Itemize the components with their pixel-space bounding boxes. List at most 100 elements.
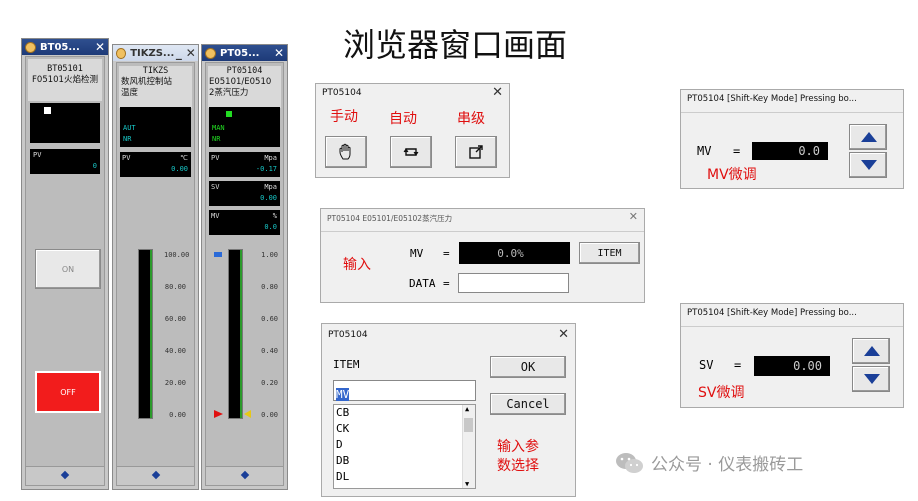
sv-value: 0.00 xyxy=(260,194,277,202)
sv-pointer-icon[interactable] xyxy=(214,252,222,257)
auto-label: 自动 xyxy=(389,111,417,127)
ok-button[interactable]: OK xyxy=(490,356,566,378)
diamond-icon[interactable] xyxy=(240,470,249,480)
pv-display[interactable]: PV ℃ 0.00 xyxy=(120,152,191,177)
list-item[interactable]: CB xyxy=(334,405,475,421)
scale-label: 80.00 xyxy=(164,283,186,291)
mv-value-display: 0.0% xyxy=(459,242,570,264)
faceplate-titlebar[interactable]: TIKZS... _ ✕ xyxy=(113,45,198,61)
faceplate-header: TIKZS 数风机控制站 温度 xyxy=(119,66,192,108)
faceplate-bottom-bar xyxy=(206,466,283,485)
item-button[interactable]: ITEM xyxy=(579,242,640,264)
item-select-dialog[interactable]: PT05104 ✕ ITEM MV CB CK D DB DL ▲ ▼ OK C… xyxy=(321,323,576,497)
cascade-icon xyxy=(469,145,483,159)
data-label: DATA xyxy=(409,277,436,290)
item-input[interactable]: MV xyxy=(333,380,476,401)
scroll-thumb[interactable] xyxy=(464,418,473,432)
faceplate-titlebar[interactable]: BT05... ✕ xyxy=(22,39,108,55)
pv-value: 0.00 xyxy=(171,165,188,173)
data-input[interactable] xyxy=(458,273,569,293)
list-item[interactable]: DL xyxy=(334,469,475,485)
scale-label: 60.00 xyxy=(164,315,186,323)
watermark: 公众号 · 仪表搬砖工 xyxy=(615,450,803,475)
faceplate-header: PT05104 E05101/E0510 2蒸汽压力 xyxy=(208,66,281,108)
increase-button[interactable] xyxy=(849,124,887,150)
cascade-mode-button[interactable] xyxy=(455,136,497,168)
minimize-icon[interactable]: _ xyxy=(174,46,183,60)
pv-unit: Mpa xyxy=(264,154,277,162)
sv-adjust-dialog[interactable]: PT05104 [Shift-Key Mode] Pressing bo... … xyxy=(680,303,904,408)
close-icon[interactable]: ✕ xyxy=(558,327,569,342)
dialog-title: PT05104 [Shift-Key Mode] Pressing bo... xyxy=(687,308,857,318)
list-scrollbar[interactable]: ▲ ▼ xyxy=(462,405,475,488)
pv-display[interactable]: PV 0 xyxy=(30,149,100,174)
triangle-up-icon xyxy=(864,346,880,356)
close-icon[interactable]: ✕ xyxy=(271,46,287,60)
status-indicator xyxy=(226,111,232,117)
bar-marker xyxy=(150,250,152,418)
diamond-icon[interactable] xyxy=(60,470,70,480)
mode-dialog[interactable]: PT05104 ✕ 手动 自动 串级 xyxy=(315,83,510,178)
pv-value: 0 xyxy=(92,162,97,170)
list-item[interactable]: CK xyxy=(334,421,475,437)
dialog-title: PT05104 E05101/E05102蒸汽压力 xyxy=(327,214,453,223)
sv-display[interactable]: SV Mpa 0.00 xyxy=(209,181,280,206)
mv-adjust-dialog[interactable]: PT05104 [Shift-Key Mode] Pressing bo... … xyxy=(680,89,904,189)
hand-icon xyxy=(339,143,351,160)
sv-label: SV xyxy=(699,358,714,372)
mode-label: MAN xyxy=(212,124,225,132)
equals-sign: = xyxy=(734,358,742,372)
off-button[interactable]: OFF xyxy=(35,371,101,413)
mv-value: 0.0 xyxy=(264,223,277,231)
equals-sign: = xyxy=(443,247,450,260)
faceplate-tikzs[interactable]: TIKZS... _ ✕ TIKZS 数风机控制站 温度 AUT NR PV ℃… xyxy=(112,44,199,490)
scale-label: 20.00 xyxy=(164,379,186,387)
mv-value: 0.0 xyxy=(798,144,820,158)
pv-value: -0.17 xyxy=(255,165,277,173)
cancel-label: Cancel xyxy=(506,397,550,411)
faceplate-bt05101[interactable]: BT05... ✕ BT05101 F05101火焰检测 PV 0 ON OFF xyxy=(21,38,109,490)
mv-pointer-icon[interactable] xyxy=(244,410,251,418)
close-icon[interactable]: ✕ xyxy=(629,210,638,223)
diamond-icon[interactable] xyxy=(151,470,160,480)
bar-graph xyxy=(138,249,153,419)
alarm-label: NR xyxy=(212,135,221,143)
decrease-button[interactable] xyxy=(852,366,890,392)
auto-mode-button[interactable] xyxy=(390,136,432,168)
input-label: 输入 xyxy=(343,257,371,273)
input-dialog[interactable]: PT05104 E05101/E05102蒸汽压力 ✕ 输入 MV = 0.0%… xyxy=(320,208,645,303)
faceplate-title: BT05... xyxy=(40,41,80,53)
tag-description: E05101/E0510 xyxy=(209,77,272,87)
mv-unit: % xyxy=(272,212,277,220)
item-list[interactable]: CB CK D DB DL ▲ ▼ xyxy=(333,404,476,489)
mv-value-display: 0.0 xyxy=(752,142,828,160)
sv-value-display: 0.00 xyxy=(754,356,830,376)
scroll-down-icon[interactable]: ▼ xyxy=(465,480,469,488)
dialog-title: PT05104 xyxy=(322,88,362,98)
close-icon[interactable]: ✕ xyxy=(492,85,503,100)
list-item[interactable]: D xyxy=(334,437,475,453)
window-icon xyxy=(116,47,127,59)
pv-label: PV xyxy=(122,154,131,162)
scale-label: 0.80 xyxy=(261,283,278,291)
sv-value: 0.00 xyxy=(793,359,822,373)
increase-button[interactable] xyxy=(852,338,890,364)
faceplate-pt05104[interactable]: PT05... ✕ PT05104 E05101/E0510 2蒸汽压力 MAN… xyxy=(201,44,288,490)
pv-display[interactable]: PV Mpa -0.17 xyxy=(209,152,280,177)
item-note-2: 数选择 xyxy=(497,458,539,474)
status-indicator xyxy=(44,107,51,114)
close-icon[interactable]: ✕ xyxy=(92,40,108,54)
faceplate-titlebar[interactable]: PT05... ✕ xyxy=(202,45,287,61)
list-item[interactable]: DB xyxy=(334,453,475,469)
wechat-icon xyxy=(616,452,643,473)
mv-display[interactable]: MV % 0.0 xyxy=(209,210,280,235)
scroll-up-icon[interactable]: ▲ xyxy=(465,405,469,413)
on-button[interactable]: ON xyxy=(35,249,101,289)
manual-mode-button[interactable] xyxy=(325,136,367,168)
decrease-button[interactable] xyxy=(849,152,887,178)
pv-pointer-icon[interactable] xyxy=(214,410,223,418)
pv-unit: ℃ xyxy=(180,154,188,162)
cancel-button[interactable]: Cancel xyxy=(490,393,566,415)
tag-description: 数风机控制站 xyxy=(121,77,173,87)
close-icon[interactable]: ✕ xyxy=(183,46,198,60)
